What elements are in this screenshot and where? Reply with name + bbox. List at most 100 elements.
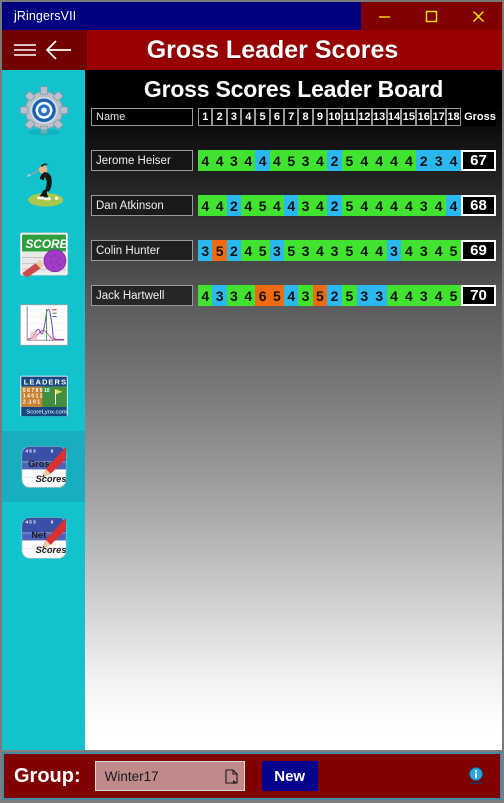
column-header-hole-8: 8 <box>298 108 313 126</box>
hole-score-cell: 4 <box>446 195 461 216</box>
column-header-hole-13: 13 <box>371 108 387 126</box>
column-header-hole-10: 10 <box>327 108 342 126</box>
app-header-nav-group <box>2 30 87 70</box>
hole-score-cell: 4 <box>241 195 256 216</box>
hole-score-cell: 4 <box>312 240 328 261</box>
table-row[interactable]: Jerome Heiser 4 4 3 4 4 4 5 3 4 2 5 4 4 4 4 2 3 4 67 <box>91 150 496 171</box>
hole-score-cell: 5 <box>284 150 299 171</box>
hole-score-cell: 5 <box>255 240 270 261</box>
sidebar-item-golfer[interactable] <box>2 147 85 218</box>
body-area: SCORE LEADERS 5 6 7 8 9 10 1 4 0 1 2 2 -… <box>0 70 504 750</box>
sidebar-item-gross-scores[interactable]: 4 5 39 10 1214 Gross Scores <box>2 431 85 502</box>
info-icon[interactable] <box>468 767 484 785</box>
group-label: Group: <box>14 764 81 787</box>
hole-score-cell: 4 <box>431 195 447 216</box>
svg-text:9: 9 <box>50 519 53 524</box>
gross-total-cell: 68 <box>461 195 496 216</box>
leaders-board-icon: LEADERS 5 6 7 8 9 10 1 4 0 1 2 2 -1 0 1 … <box>19 375 68 416</box>
hole-score-cell: 4 <box>284 195 299 216</box>
hole-score-cell: 4 <box>198 150 213 171</box>
hole-score-cell: 3 <box>386 240 402 261</box>
maximize-button[interactable] <box>408 2 455 30</box>
hole-score-cell: 5 <box>446 285 461 306</box>
column-header-hole-2: 2 <box>212 108 227 126</box>
new-button[interactable]: New <box>261 761 318 791</box>
window-controls <box>361 2 502 30</box>
hole-score-cell: 4 <box>431 240 447 261</box>
hole-score-cell: 2 <box>226 240 242 261</box>
hole-score-cell: 3 <box>431 150 447 171</box>
table-row[interactable]: Colin Hunter 3 5 2 4 5 3 5 3 4 3 5 4 4 3 4 3 4 5 69 <box>91 240 496 261</box>
sidebar-item-leaders[interactable]: LEADERS 5 6 7 8 9 10 1 4 0 1 2 2 -1 0 1 … <box>2 360 85 431</box>
hole-score-cell: 3 <box>298 195 313 216</box>
hole-score-cell: 4 <box>371 195 387 216</box>
hamburger-menu-icon <box>14 44 36 56</box>
column-header-hole-7: 7 <box>284 108 299 126</box>
hole-score-cell: 4 <box>401 285 417 306</box>
sidebar-item-score-card[interactable]: SCORE <box>2 218 85 289</box>
menu-button[interactable] <box>12 40 38 60</box>
hole-score-cell: 5 <box>341 150 357 171</box>
table-header-row: Name 1 2 3 4 5 6 7 8 9 10 11 12 13 14 15 16 17 18 Gross <box>91 108 496 126</box>
row-spacer <box>91 216 496 240</box>
close-icon <box>473 10 484 22</box>
back-button[interactable] <box>44 39 74 61</box>
column-header-hole-15: 15 <box>401 108 417 126</box>
group-select-value: Winter17 <box>104 768 159 784</box>
svg-text:2 -1 0 1: 2 -1 0 1 <box>22 399 39 405</box>
table-row[interactable]: Jack Hartwell 4 3 3 4 6 5 4 3 5 2 5 3 3 4 4 3 4 5 70 <box>91 285 496 306</box>
app-header-bar: Gross Leader Scores <box>0 30 504 70</box>
hole-score-cell: 4 <box>386 150 402 171</box>
row-spacer <box>91 126 496 150</box>
back-arrow-icon <box>45 40 71 60</box>
svg-text:ScoreLynx.com: ScoreLynx.com <box>26 409 66 415</box>
hole-score-cell: 3 <box>269 240 285 261</box>
hole-score-cell: 3 <box>298 150 313 171</box>
hole-score-cell: 4 <box>198 285 213 306</box>
column-header-hole-3: 3 <box>226 108 242 126</box>
gross-scores-icon: 4 5 39 10 1214 Gross Scores <box>21 445 66 488</box>
table-row[interactable]: Dan Atkinson 4 4 2 4 5 4 4 3 4 2 5 4 4 4 4 3 4 4 68 <box>91 195 496 216</box>
hole-score-cell: 5 <box>312 285 328 306</box>
sidebar-item-statistics[interactable] <box>2 289 85 360</box>
svg-text:LEADERS: LEADERS <box>23 377 66 386</box>
group-select[interactable]: Winter17 <box>94 761 245 791</box>
hole-score-cell: 4 <box>212 195 227 216</box>
hole-score-cell: 3 <box>416 285 432 306</box>
hole-score-cell: 5 <box>284 240 299 261</box>
maximize-icon <box>425 10 438 22</box>
row-spacer <box>91 261 496 285</box>
sidebar-item-settings[interactable] <box>2 76 85 147</box>
column-header-hole-1: 1 <box>198 108 213 126</box>
page-title: Gross Leader Scores <box>146 35 399 64</box>
svg-text:Scores: Scores <box>35 474 66 484</box>
svg-text:4 5 3: 4 5 3 <box>25 519 36 524</box>
svg-text:SCORE: SCORE <box>25 237 68 251</box>
hole-score-cell: 4 <box>312 195 328 216</box>
hole-score-cell: 4 <box>386 285 402 306</box>
window-title: jRingersVII <box>14 9 77 23</box>
hole-score-cell: 4 <box>356 150 372 171</box>
column-header-name: Name <box>91 108 193 126</box>
hole-score-cell: 4 <box>386 195 402 216</box>
hole-score-cell: 4 <box>401 150 417 171</box>
svg-text:Net: Net <box>31 530 46 540</box>
hole-score-cell: 2 <box>327 285 342 306</box>
hole-score-cell: 3 <box>226 285 242 306</box>
svg-text:9: 9 <box>50 448 53 453</box>
sidebar-item-net-scores[interactable]: 4 5 39 10 1214 Net Scores <box>2 502 85 573</box>
hole-score-cell: 4 <box>284 285 299 306</box>
hole-score-cell: 3 <box>416 240 432 261</box>
hole-score-cell: 2 <box>416 150 432 171</box>
board-title: Gross Scores Leader Board <box>143 76 444 102</box>
hole-score-cell: 3 <box>298 240 313 261</box>
hole-score-cell: 5 <box>341 195 357 216</box>
hole-score-cell: 4 <box>269 195 285 216</box>
column-header-gross: Gross <box>461 108 496 126</box>
close-button[interactable] <box>455 2 502 30</box>
minimize-button[interactable] <box>361 2 408 30</box>
hole-score-cell: 3 <box>212 285 227 306</box>
hole-score-cell: 5 <box>446 240 461 261</box>
hole-score-cell: 4 <box>356 195 372 216</box>
hole-score-cell: 4 <box>198 195 213 216</box>
